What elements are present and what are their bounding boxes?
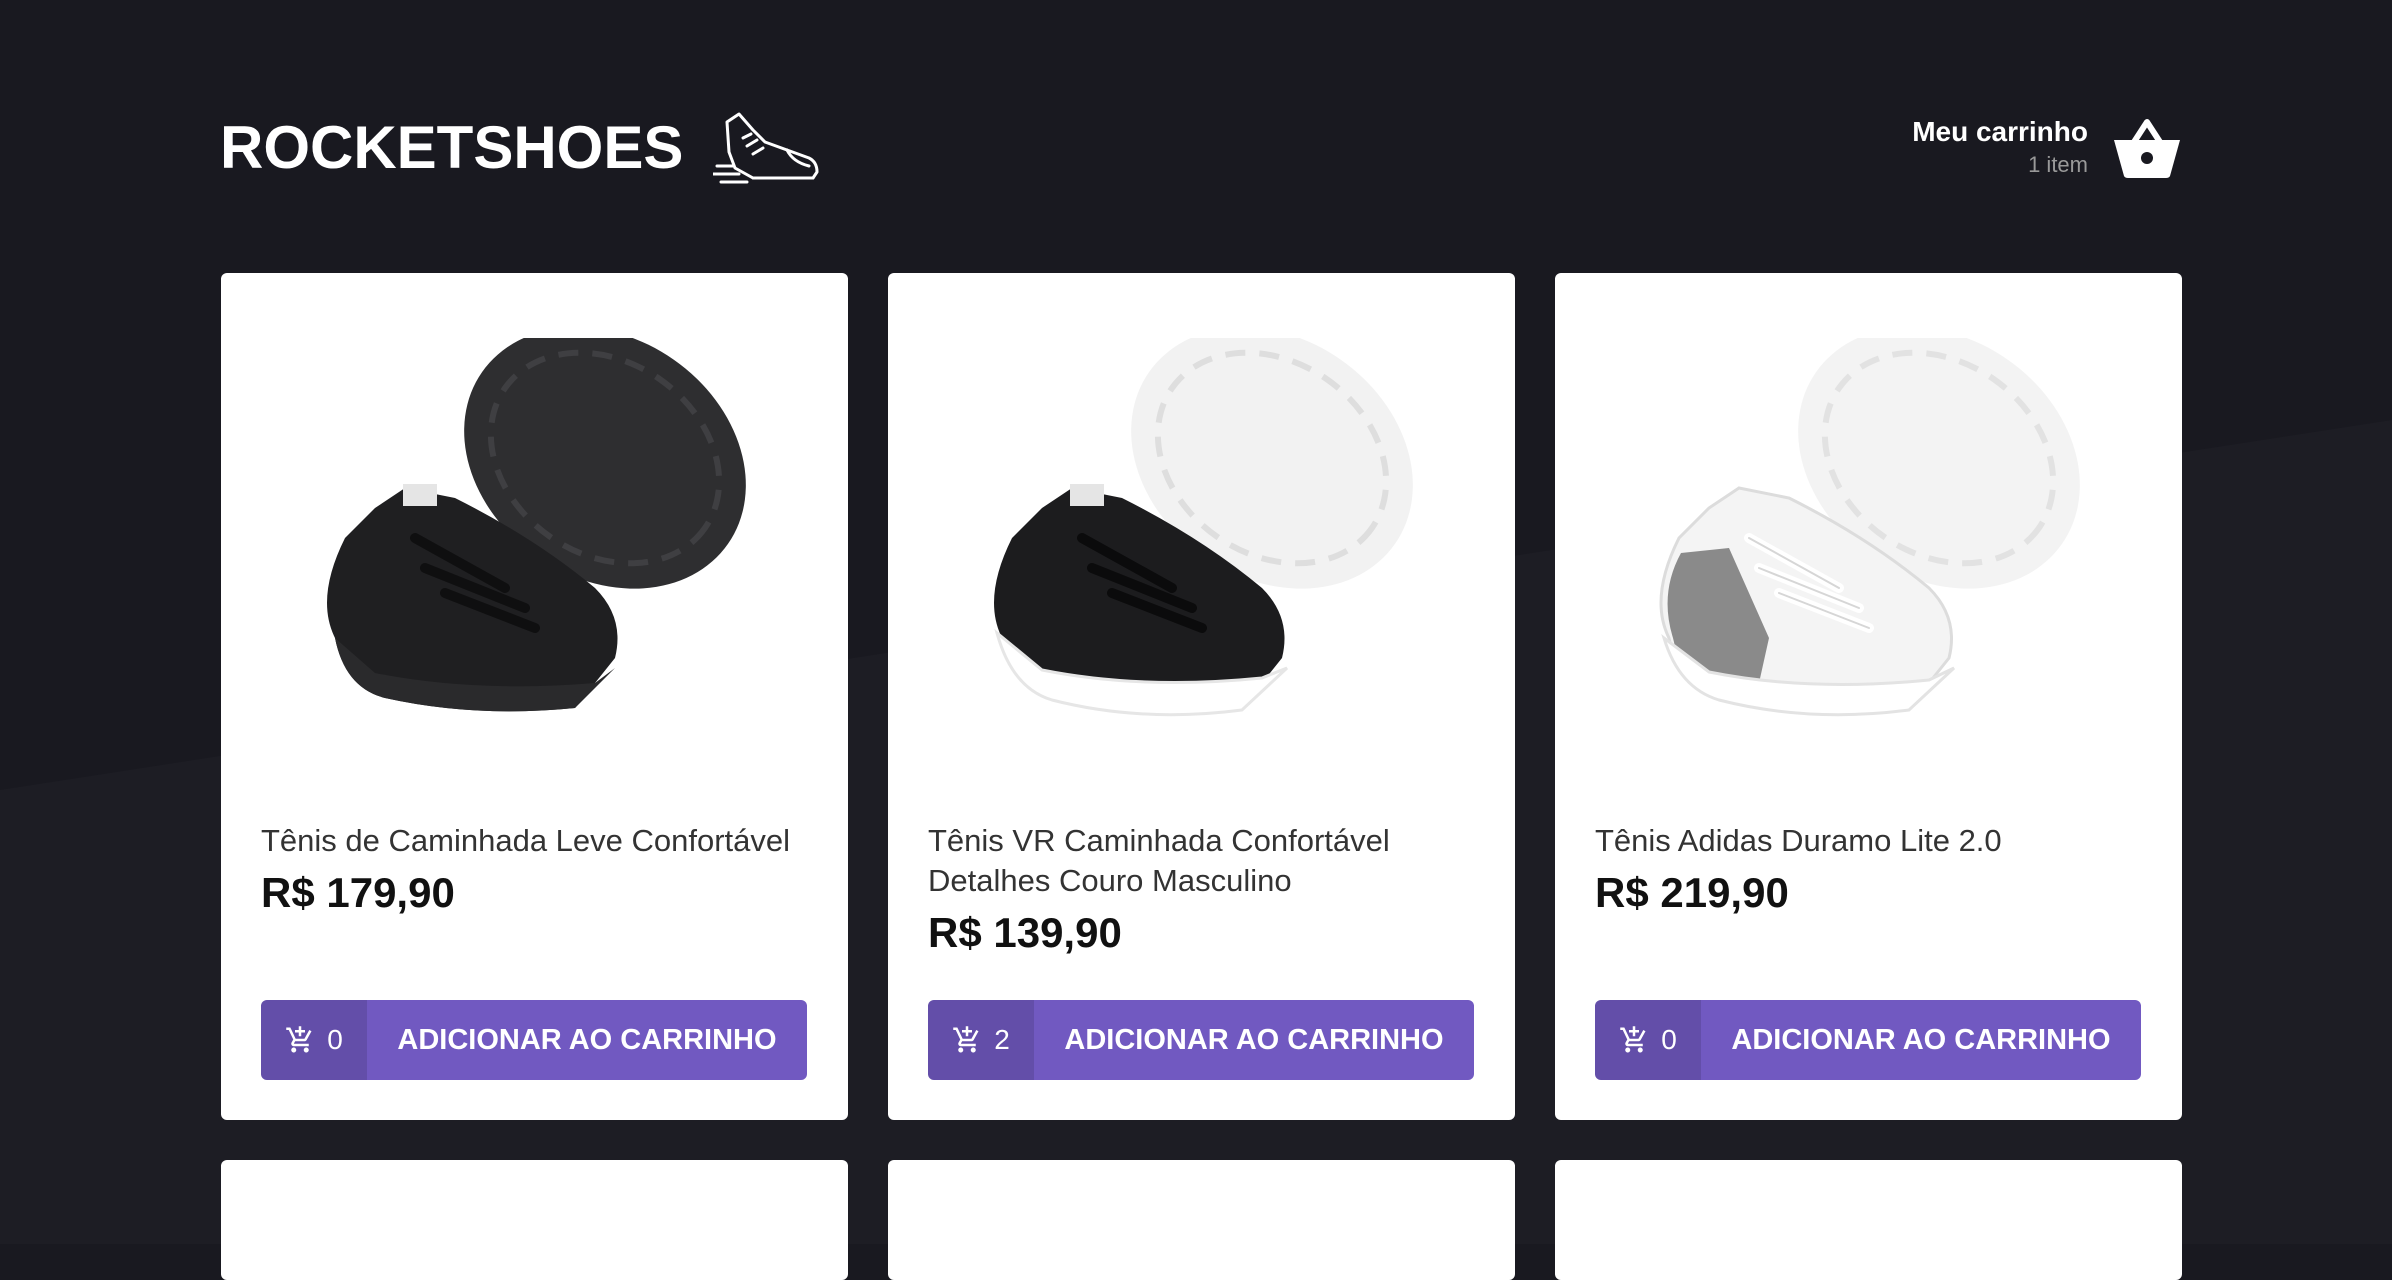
add-to-cart-label: ADICIONAR AO CARRINHO — [1064, 1023, 1444, 1056]
add-to-cart-label: ADICIONAR AO CARRINHO — [397, 1023, 777, 1056]
product-image — [261, 313, 808, 783]
cart-link[interactable]: Meu carrinho 1 item — [1912, 88, 2182, 208]
product-list: Tênis de Caminhada Leve Confortável R$ 1… — [221, 273, 2182, 1280]
black-white-sneaker-image — [993, 338, 1413, 717]
product-card — [221, 1160, 848, 1280]
product-card: Tênis de Caminhada Leve Confortável R$ 1… — [221, 273, 848, 1120]
product-image — [1595, 313, 2142, 783]
product-title: Tênis Adidas Duramo Lite 2.0 — [1595, 823, 2002, 858]
product-card — [888, 1160, 1515, 1280]
logo-link[interactable]: ROCKETSHOES — [220, 88, 823, 208]
product-card: Tênis Adidas Duramo Lite 2.0 R$ 219,90 0… — [1555, 273, 2182, 1120]
cart-amount-value: 0 — [327, 1024, 343, 1055]
site-header: ROCKETSHOES Meu carrinho 1 item — [220, 88, 2182, 208]
cart-summary: Meu carrinho 1 item — [1912, 115, 2088, 181]
logo-text: ROCKETSHOES — [220, 114, 684, 181]
cart-amount: 2 — [928, 1000, 1034, 1080]
product-title: Tênis VR Caminhada Confortável Detalhes … — [928, 823, 1390, 898]
black-sneaker-image — [326, 338, 746, 712]
product-title: Tênis de Caminhada Leve Confortável — [261, 823, 791, 858]
product-card — [1555, 1160, 2182, 1280]
white-grey-sneaker-image — [1659, 338, 2080, 717]
cart-title: Meu carrinho — [1912, 116, 2088, 147]
product-card: Tênis VR Caminhada Confortável Detalhes … — [888, 273, 1515, 1120]
add-shopping-cart-icon — [1620, 1026, 1646, 1053]
add-shopping-cart-icon — [953, 1026, 979, 1053]
page-container: ROCKETSHOES Meu carrinho 1 item Tênis de… — [220, 0, 2182, 1280]
add-to-cart-button[interactable]: 0 ADICIONAR AO CARRINHO — [1595, 1000, 2141, 1080]
product-image — [928, 313, 1475, 783]
product-price: R$ 179,90 — [261, 869, 455, 916]
add-to-cart-label: ADICIONAR AO CARRINHO — [1731, 1023, 2111, 1056]
shopping-basket-icon — [2114, 119, 2180, 178]
cart-amount: 0 — [261, 1000, 367, 1080]
product-price: R$ 139,90 — [928, 909, 1122, 956]
cart-item-count: 1 item — [2028, 152, 2088, 177]
cart-amount-value: 2 — [994, 1024, 1010, 1055]
product-price: R$ 219,90 — [1595, 869, 1789, 916]
add-to-cart-button[interactable]: 2 ADICIONAR AO CARRINHO — [928, 1000, 1474, 1080]
add-to-cart-button[interactable]: 0 ADICIONAR AO CARRINHO — [261, 1000, 807, 1080]
cart-amount-value: 0 — [1661, 1024, 1677, 1055]
add-shopping-cart-icon — [286, 1026, 312, 1053]
cart-amount: 0 — [1595, 1000, 1701, 1080]
running-shoe-icon — [713, 112, 819, 184]
